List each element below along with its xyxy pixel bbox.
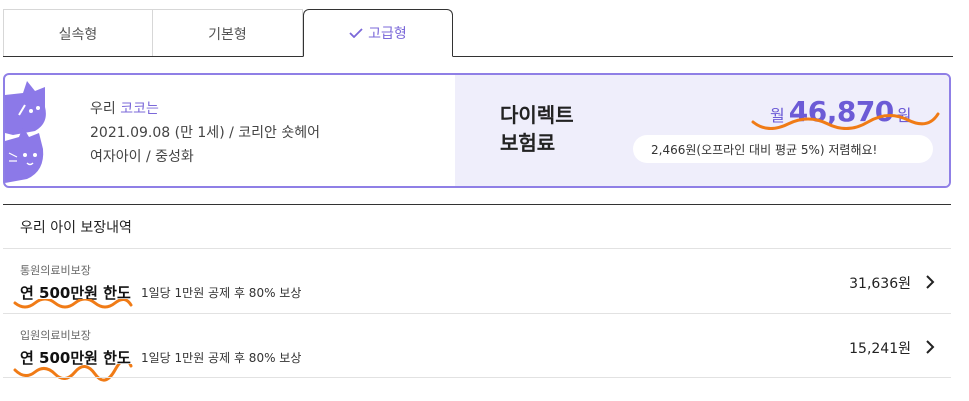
tab-basic-saving[interactable]: 실속형: [3, 9, 153, 57]
coverage-amount: 31,636원: [849, 276, 911, 292]
coverage-amount: 15,241원: [849, 341, 911, 357]
coverage-title: 우리 아이 보장내역: [20, 220, 132, 236]
coverage-category: 통원의료비보장: [20, 264, 91, 277]
coverage-row-inpatient[interactable]: 입원의료비보장 연 500만원 한도 1일당 1만원 공제 후 80% 보상 1…: [3, 314, 951, 382]
pet-birth-breed: 2021.09.08 (만 1세) / 코리안 숏헤어: [90, 125, 320, 141]
savings-badge: 2,466원(오프라인 대비 평균 5%) 저렴해요!: [633, 135, 933, 163]
chevron-right-icon: [926, 275, 935, 289]
annotation-scribble: [13, 299, 133, 309]
annotation-scribble: [13, 364, 133, 382]
coverage-description: 1일당 1만원 공제 후 80% 보상: [141, 286, 302, 300]
direct-premium-label-line1: 다이렉트: [500, 103, 574, 127]
pet-name-line: 우리 코코는: [90, 97, 320, 121]
row-divider: [3, 377, 951, 378]
pet-name-prefix: 우리: [90, 101, 116, 117]
premium-card: 우리 코코는 2021.09.08 (만 1세) / 코리안 숏헤어 여자아이 …: [3, 73, 951, 188]
coverage-row-outpatient[interactable]: 통원의료비보장 연 500만원 한도 1일당 1만원 공제 후 80% 보상 3…: [3, 249, 951, 313]
plan-tabs: 실속형 기본형 고급형: [3, 9, 953, 57]
tab-standard[interactable]: 기본형: [153, 9, 303, 57]
tab-premium[interactable]: 고급형: [303, 9, 453, 57]
tab-label: 고급형: [368, 26, 407, 42]
chevron-right-icon: [926, 340, 935, 354]
check-icon: [349, 28, 363, 38]
tab-label: 실속형: [58, 26, 98, 43]
savings-text: 2,466원(오프라인 대비 평균 5%) 저렴해요!: [651, 142, 878, 157]
annotation-scribble: [751, 112, 940, 130]
pet-name: 코코는: [120, 101, 159, 117]
pet-gender-status: 여자아이 / 중성화: [90, 149, 194, 165]
tab-label: 기본형: [208, 26, 247, 43]
tabs-baseline: [3, 56, 953, 57]
coverage-category: 입원의료비보장: [20, 329, 91, 342]
pet-info: 우리 코코는 2021.09.08 (만 1세) / 코리안 숏헤어 여자아이 …: [90, 97, 320, 169]
section-divider: [3, 204, 951, 205]
direct-premium-label: 다이렉트 보험료: [500, 101, 574, 157]
cat-illustration-icon: [5, 81, 46, 183]
coverage-description: 1일당 1만원 공제 후 80% 보상: [141, 351, 302, 365]
direct-premium-label-line2: 보험료: [500, 131, 556, 155]
